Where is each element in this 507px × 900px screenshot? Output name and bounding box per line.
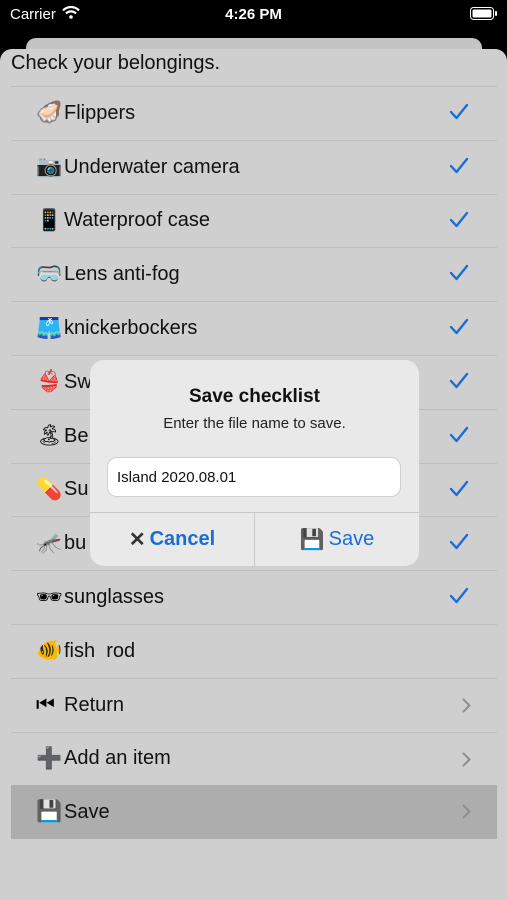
item-label: Waterproof case bbox=[64, 209, 210, 232]
item-emoji-icon: 💊 bbox=[36, 477, 63, 501]
chevron-right-icon bbox=[462, 752, 471, 767]
sheet-title: Check your belongings. bbox=[11, 52, 221, 74]
floppy-disk-icon: 💾 bbox=[36, 800, 63, 824]
item-emoji-icon: 📷 bbox=[36, 155, 63, 179]
list-item[interactable]: 🥽 Lens anti-fog bbox=[11, 247, 497, 301]
plus-icon: ➕ bbox=[36, 746, 63, 770]
close-icon: ✕ bbox=[128, 529, 146, 551]
floppy-disk-icon: 💾 bbox=[299, 529, 325, 551]
status-time: 4:26 PM bbox=[225, 6, 282, 23]
item-emoji-icon: 👙 bbox=[36, 370, 63, 394]
save-row-label: Save bbox=[64, 800, 110, 823]
save-checklist-dialog: Save checklist Enter the file name to sa… bbox=[90, 360, 419, 566]
dialog-buttons: ✕ Cancel 💾 Save bbox=[90, 512, 419, 566]
add-item-label: Add an item bbox=[64, 747, 171, 770]
save-button[interactable]: 💾 Save bbox=[255, 513, 419, 566]
checkmark-icon bbox=[449, 426, 469, 442]
add-item-row[interactable]: ➕ Add an item bbox=[11, 731, 497, 786]
battery-icon bbox=[470, 7, 497, 24]
checkmark-icon bbox=[449, 534, 469, 550]
item-label: Underwater camera bbox=[64, 155, 240, 178]
item-label: Lens anti-fog bbox=[64, 263, 180, 286]
status-bar: Carrier 4:26 PM bbox=[0, 0, 507, 30]
list-item[interactable]: 🩳 knickerbockers bbox=[11, 301, 497, 355]
list-item[interactable]: 🕶 sunglasses bbox=[11, 570, 497, 624]
checkmark-icon bbox=[449, 587, 469, 604]
list-item[interactable]: 🦪 Flippers bbox=[11, 86, 497, 140]
item-emoji-icon: 🦟 bbox=[36, 531, 63, 555]
checkmark-icon bbox=[449, 265, 469, 281]
list-item[interactable]: 🐠 fish rod bbox=[11, 623, 497, 678]
return-label: Return bbox=[64, 693, 125, 716]
item-emoji-icon: 📱 bbox=[36, 208, 63, 232]
item-label: sunglasses bbox=[64, 586, 165, 609]
item-label: bu bbox=[64, 532, 87, 555]
dialog-title: Save checklist bbox=[189, 386, 320, 407]
chevron-right-icon bbox=[462, 804, 471, 819]
checkmark-icon bbox=[449, 157, 469, 173]
cancel-label: Cancel bbox=[149, 528, 216, 550]
dialog-message: Enter the file name to save. bbox=[163, 415, 346, 432]
save-row[interactable]: 💾 Save bbox=[11, 785, 497, 840]
chevron-right-icon bbox=[462, 698, 471, 713]
item-emoji-icon: 🏝 bbox=[36, 424, 63, 448]
cancel-button[interactable]: ✕ Cancel bbox=[90, 513, 255, 566]
item-label: Sw bbox=[64, 370, 92, 393]
previous-track-icon: ⏮ bbox=[36, 693, 55, 717]
item-label: Be bbox=[64, 424, 89, 447]
checkmark-icon bbox=[449, 211, 469, 227]
item-emoji-icon: 🦪 bbox=[36, 101, 63, 125]
filename-input[interactable] bbox=[107, 457, 401, 497]
save-label: Save bbox=[328, 528, 375, 550]
list-item[interactable]: 📷 Underwater camera bbox=[11, 139, 497, 194]
return-row[interactable]: ⏮ Return bbox=[11, 677, 497, 732]
item-label: Flippers bbox=[64, 101, 136, 124]
item-label: fish rod bbox=[64, 639, 136, 662]
item-emoji-icon: 🕶 bbox=[36, 585, 63, 609]
item-emoji-icon: 🥽 bbox=[36, 262, 63, 286]
item-label: knickerbockers bbox=[64, 317, 198, 340]
checkmark-icon bbox=[449, 103, 469, 120]
checkmark-icon bbox=[449, 318, 469, 335]
item-emoji-icon: 🩳 bbox=[36, 316, 63, 340]
list-item[interactable]: 📱 Waterproof case bbox=[11, 193, 497, 248]
checkmark-icon bbox=[449, 372, 469, 389]
checkmark-icon bbox=[449, 480, 469, 496]
item-emoji-icon: 🐠 bbox=[36, 639, 63, 663]
item-label: Su bbox=[64, 478, 89, 501]
